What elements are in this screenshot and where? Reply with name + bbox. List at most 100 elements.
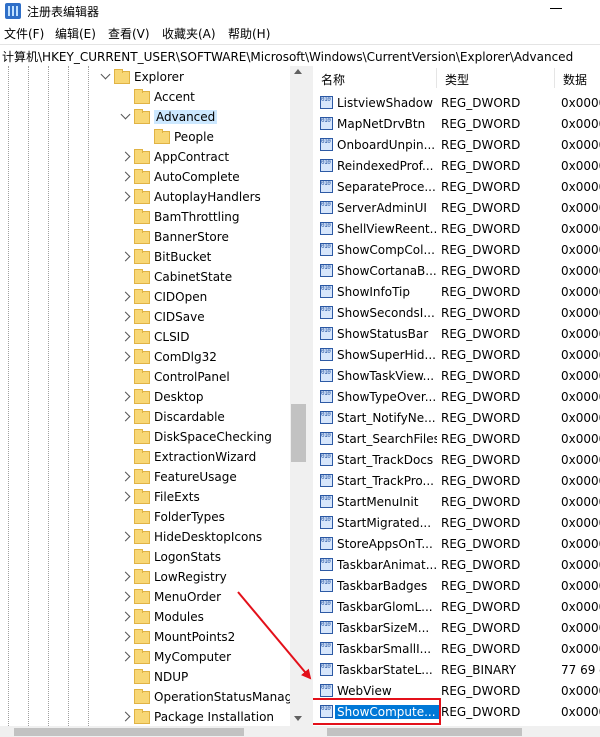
chevron-right-icon[interactable] [120, 171, 131, 182]
tree-item[interactable]: BamThrottling [0, 208, 290, 228]
table-row[interactable]: StartMenuInit REG_DWORD 0x0000 [313, 492, 600, 513]
chevron-right-icon[interactable] [120, 611, 131, 622]
table-row[interactable]: ShowSuperHid... REG_DWORD 0x0000 [313, 345, 600, 366]
tree-item[interactable]: ControlPanel [0, 368, 290, 388]
chevron-right-icon[interactable] [120, 311, 131, 322]
menu-favorites[interactable]: 收藏夹(A) [162, 25, 216, 42]
table-row[interactable]: MapNetDrvBtn REG_DWORD 0x0000 [313, 114, 600, 135]
address-bar[interactable]: 计算机\HKEY_CURRENT_USER\SOFTWARE\Microsoft… [0, 44, 600, 68]
tree-item[interactable]: LogonStats [0, 548, 290, 568]
chevron-right-icon[interactable] [120, 411, 131, 422]
chevron-right-icon[interactable] [120, 711, 131, 722]
table-row[interactable]: SeparateProce... REG_DWORD 0x0000 [313, 177, 600, 198]
scroll-down-icon[interactable] [294, 716, 302, 721]
minimize-icon[interactable] [550, 8, 562, 9]
table-row[interactable]: ShowTypeOver... REG_DWORD 0x0000 [313, 387, 600, 408]
chevron-right-icon[interactable] [120, 191, 131, 202]
tree-item[interactable]: Advanced [0, 108, 290, 128]
menu-file[interactable]: 文件(F) [4, 25, 44, 42]
table-row[interactable]: ShowSecondsI... REG_DWORD 0x0000 [313, 303, 600, 324]
tree-item[interactable]: FeatureUsage [0, 468, 290, 488]
chevron-right-icon[interactable] [120, 491, 131, 502]
column-header-data[interactable]: 数据 [555, 66, 600, 90]
scroll-up-icon[interactable] [294, 69, 302, 74]
chevron-right-icon[interactable] [120, 571, 131, 582]
tree-item[interactable]: OperationStatusManage [0, 688, 290, 708]
table-row[interactable]: StoreAppsOnT... REG_DWORD 0x0000 [313, 534, 600, 555]
chevron-right-icon[interactable] [120, 631, 131, 642]
registry-values-list[interactable]: 名称 类型 数据 ListviewShadow REG_DWORD 0x0000 Ma… [313, 66, 600, 726]
table-row[interactable]: ShowInfoTip REG_DWORD 0x0000 [313, 282, 600, 303]
table-row[interactable]: ShellViewReent... REG_DWORD 0x0000 [313, 219, 600, 240]
table-row[interactable]: Start_SearchFiles REG_DWORD 0x0000 [313, 429, 600, 450]
chevron-right-icon[interactable] [120, 251, 131, 262]
table-row[interactable]: StartMigrated... REG_DWORD 0x0000 [313, 513, 600, 534]
tree-item[interactable]: Desktop [0, 388, 290, 408]
tree-item[interactable]: Modules [0, 608, 290, 628]
tree-item[interactable]: Discardable [0, 408, 290, 428]
table-row[interactable]: TaskbarBadges REG_DWORD 0x0000 [313, 576, 600, 597]
tree-item[interactable]: ComDlg32 [0, 348, 290, 368]
tree-item[interactable]: BitBucket [0, 248, 290, 268]
tree-item[interactable]: CLSID [0, 328, 290, 348]
tree-item[interactable]: MyComputer [0, 648, 290, 668]
tree-item[interactable]: AutoplayHandlers [0, 188, 290, 208]
tree-item[interactable]: MountPoints2 [0, 628, 290, 648]
chevron-right-icon[interactable] [120, 391, 131, 402]
chevron-right-icon[interactable] [120, 151, 131, 162]
table-row[interactable]: TaskbarSmallI... REG_DWORD 0x0000 [313, 639, 600, 660]
menu-view[interactable]: 查看(V) [108, 25, 150, 42]
tree-item[interactable]: ExtractionWizard [0, 448, 290, 468]
table-row[interactable]: Start_TrackDocs REG_DWORD 0x0000 [313, 450, 600, 471]
tree-item[interactable]: CabinetState [0, 268, 290, 288]
tree-item[interactable]: BannerStore [0, 228, 290, 248]
column-header-type[interactable]: 类型 [437, 66, 555, 90]
tree-item[interactable]: FolderTypes [0, 508, 290, 528]
list-horizontal-scrollbar[interactable] [313, 726, 600, 737]
table-row[interactable]: Start_TrackPro... REG_DWORD 0x0000 [313, 471, 600, 492]
tree-item[interactable]: CIDSave [0, 308, 290, 328]
tree-item[interactable]: MenuOrder [0, 588, 290, 608]
chevron-right-icon[interactable] [120, 351, 131, 362]
table-row[interactable]: TaskbarGlomL... REG_DWORD 0x0000 [313, 597, 600, 618]
chevron-right-icon[interactable] [120, 591, 131, 602]
chevron-right-icon[interactable] [120, 331, 131, 342]
column-header-name[interactable]: 名称 [313, 66, 437, 90]
table-row[interactable]: ListviewShadow REG_DWORD 0x0000 [313, 93, 600, 114]
table-row[interactable]: TaskbarAnimat... REG_DWORD 0x0000 [313, 555, 600, 576]
tree-item[interactable]: Accent [0, 88, 290, 108]
tree-item[interactable]: NDUP [0, 668, 290, 688]
tree-item[interactable]: AutoComplete [0, 168, 290, 188]
table-row[interactable]: Start_NotifyNe... REG_DWORD 0x0000 [313, 408, 600, 429]
registry-key-tree[interactable]: Explorer Accent Advanced People AppContract A… [0, 66, 290, 726]
table-row[interactable]: ShowCortanaB... REG_DWORD 0x0000 [313, 261, 600, 282]
tree-item[interactable]: AppContract [0, 148, 290, 168]
menu-edit[interactable]: 编辑(E) [55, 25, 96, 42]
table-row[interactable]: TaskbarSizeM... REG_DWORD 0x0000 [313, 618, 600, 639]
chevron-down-icon[interactable] [120, 109, 131, 120]
table-row[interactable]: ShowTaskView... REG_DWORD 0x0000 [313, 366, 600, 387]
tree-horizontal-scrollbar[interactable] [0, 726, 307, 737]
chevron-right-icon[interactable] [120, 531, 131, 542]
tree-item[interactable]: LowRegistry [0, 568, 290, 588]
tree-item[interactable]: Package Installation [0, 708, 290, 726]
chevron-down-icon[interactable] [100, 69, 111, 80]
chevron-right-icon[interactable] [120, 471, 131, 482]
menu-help[interactable]: 帮助(H) [228, 25, 270, 42]
table-row[interactable]: ShowCompute...REG_DWORD0x0000 [313, 698, 600, 725]
tree-item[interactable]: DiskSpaceChecking [0, 428, 290, 448]
scrollbar-thumb[interactable] [327, 728, 522, 736]
tree-item[interactable]: FileExts [0, 488, 290, 508]
table-row[interactable]: ShowCompCol... REG_DWORD 0x0000 [313, 240, 600, 261]
tree-vertical-scrollbar[interactable] [290, 66, 307, 726]
table-row[interactable]: OnboardUnpin... REG_DWORD 0x0000 [313, 135, 600, 156]
chevron-right-icon[interactable] [120, 291, 131, 302]
table-row[interactable]: ReindexedProf... REG_DWORD 0x0000 [313, 156, 600, 177]
tree-item[interactable]: CIDOpen [0, 288, 290, 308]
table-row[interactable]: ServerAdminUI REG_DWORD 0x0000 [313, 198, 600, 219]
tree-item[interactable]: Explorer [0, 68, 290, 88]
scrollbar-thumb[interactable] [291, 404, 306, 462]
chevron-right-icon[interactable] [120, 651, 131, 662]
tree-item[interactable]: People [0, 128, 290, 148]
table-row[interactable]: ShowStatusBar REG_DWORD 0x0000 [313, 324, 600, 345]
